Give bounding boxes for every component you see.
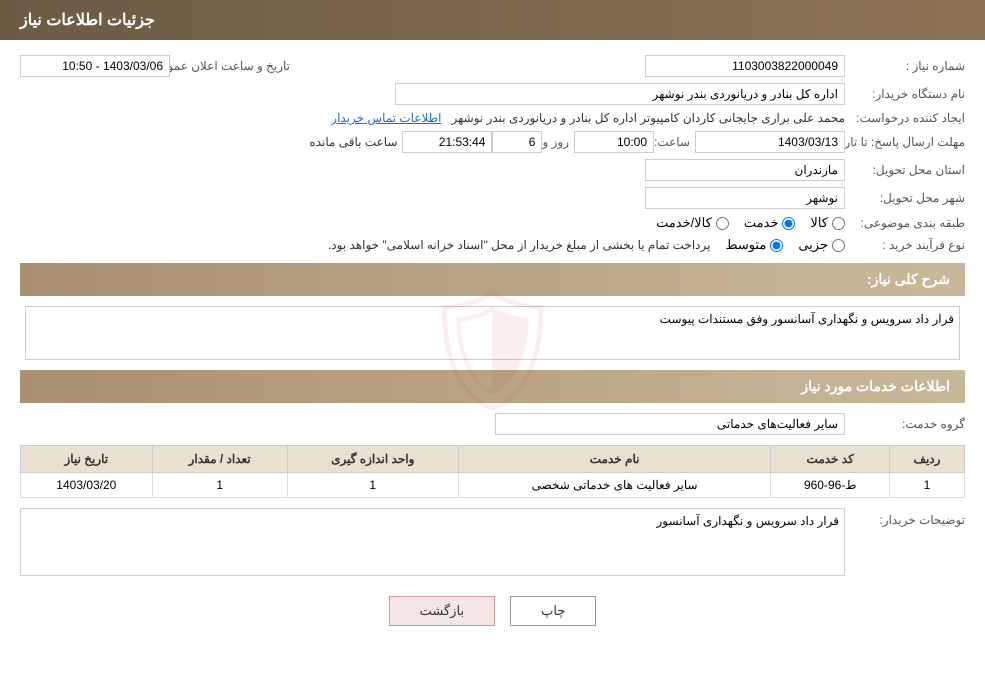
category-kala-khedmat[interactable]: کالا/خدمت — [656, 215, 729, 231]
description-textarea[interactable]: قرار داد سرویس و نگهداری آسانسور وفق مست… — [25, 306, 960, 360]
creator-value: محمد علی براری جایجانی کاردان کامپیوتر ا… — [452, 111, 846, 125]
row-creator: ایجاد کننده درخواست: محمد علی براری جایج… — [20, 111, 965, 125]
province-label: استان محل تحویل: — [845, 163, 965, 177]
services-section-label: اطلاعات خدمات مورد نیاز — [801, 378, 950, 394]
category-khedmat-label: خدمت — [744, 215, 779, 231]
purchase-jozi-label: جزیی — [798, 237, 828, 253]
page-header: جزئیات اطلاعات نیاز — [0, 0, 985, 40]
city-input[interactable] — [645, 187, 845, 209]
purchase-motavaset-radio[interactable] — [770, 239, 783, 252]
col-date: تاریخ نیاز — [21, 446, 153, 473]
row-deadline: مهلت ارسال پاسخ: تا تاریخ: ساعت: روز و س… — [20, 131, 965, 153]
col-code: کد خدمت — [771, 446, 890, 473]
back-button[interactable]: بازگشت — [389, 596, 495, 626]
deadline-days-input[interactable] — [492, 131, 542, 153]
deadline-time-input[interactable] — [574, 131, 654, 153]
category-label: طبقه بندی موضوعی: — [845, 216, 965, 230]
services-table: ردیف کد خدمت نام خدمت واحد اندازه گیری ت… — [20, 445, 965, 498]
purchase-type-label: نوع فرآیند خرید : — [845, 238, 965, 252]
purchase-jozi-radio[interactable] — [832, 239, 845, 252]
services-section: اطلاعات خدمات مورد نیاز — [20, 370, 965, 403]
row-buyer-desc: توضیحات خریدار: قرار داد سرویس و نگهداری… — [20, 508, 965, 576]
category-kala-khedmat-radio[interactable] — [716, 217, 729, 230]
request-number-label: شماره نیاز : — [845, 59, 965, 73]
row-province: استان محل تحویل: — [20, 159, 965, 181]
print-button[interactable]: چاپ — [510, 596, 596, 626]
col-row: ردیف — [890, 446, 965, 473]
row-category: طبقه بندی موضوعی: کالا خدمت کالا/خدمت — [20, 215, 965, 231]
row-purchase-type: نوع فرآیند خرید : جزیی متوسط پرداخت تمام… — [20, 237, 965, 253]
cell-row: 1 — [890, 473, 965, 498]
deadline-remaining-input[interactable] — [402, 131, 492, 153]
row-service-group: گروه خدمت: — [20, 413, 965, 435]
buyer-desc-label: توضیحات خریدار: — [845, 513, 965, 527]
description-label: شرح کلی نیاز: — [867, 271, 950, 288]
service-group-label: گروه خدمت: — [845, 417, 965, 431]
purchase-note: پرداخت تمام یا بخشی از مبلغ خریدار از مح… — [328, 238, 711, 252]
org-input[interactable] — [395, 83, 845, 105]
deadline-date-input[interactable] — [695, 131, 845, 153]
deadline-label: مهلت ارسال پاسخ: تا تاریخ: — [845, 135, 965, 149]
request-number-input[interactable] — [645, 55, 845, 77]
category-kala-label: کالا — [810, 215, 828, 231]
category-khedmat-radio[interactable] — [782, 217, 795, 230]
purchase-motavaset-label: متوسط — [725, 237, 766, 253]
row-city: شهر محل تحویل: — [20, 187, 965, 209]
category-radio-group: کالا خدمت کالا/خدمت — [656, 215, 845, 231]
category-kala-radio[interactable] — [832, 217, 845, 230]
category-kala[interactable]: کالا — [810, 215, 845, 231]
col-qty: تعداد / مقدار — [152, 446, 287, 473]
purchase-type-radio-group: جزیی متوسط — [725, 237, 845, 253]
description-section-label: شرح کلی نیاز: — [20, 263, 965, 296]
province-input[interactable] — [645, 159, 845, 181]
purchase-motavaset[interactable]: متوسط — [725, 237, 783, 253]
cell-code: ط-96-960 — [771, 473, 890, 498]
service-group-input[interactable] — [495, 413, 845, 435]
table-row: 1ط-96-960سایر فعالیت های خدماتی شخصی1114… — [21, 473, 965, 498]
purchase-jozi[interactable]: جزیی — [798, 237, 845, 253]
category-kala-khedmat-label: کالا/خدمت — [656, 215, 712, 231]
cell-name: سایر فعالیت های خدماتی شخصی — [458, 473, 771, 498]
buyer-desc-textarea[interactable]: قرار داد سرویس و نگهداری آسانسور — [20, 508, 845, 576]
announce-date-label: تاریخ و ساعت اعلان عمومی: — [170, 59, 290, 73]
button-row: چاپ بازگشت — [20, 596, 965, 626]
table-header-row: ردیف کد خدمت نام خدمت واحد اندازه گیری ت… — [21, 446, 965, 473]
contact-link[interactable]: اطلاعات تماس خریدار — [331, 111, 441, 125]
col-name: نام خدمت — [458, 446, 771, 473]
cell-date: 1403/03/20 — [21, 473, 153, 498]
city-label: شهر محل تحویل: — [845, 191, 965, 205]
page-title: جزئیات اطلاعات نیاز — [20, 12, 155, 29]
creator-label: ایجاد کننده درخواست: — [845, 111, 965, 125]
page-wrapper: جزئیات اطلاعات نیاز 🛡 شماره نیاز : تاریخ… — [0, 0, 985, 691]
cell-unit: 1 — [287, 473, 458, 498]
col-unit: واحد اندازه گیری — [287, 446, 458, 473]
row-description: قرار داد سرویس و نگهداری آسانسور وفق مست… — [20, 306, 965, 360]
deadline-day-label: روز و — [542, 135, 569, 149]
announce-date-input[interactable] — [20, 55, 170, 77]
row-request-number: شماره نیاز : تاریخ و ساعت اعلان عمومی: — [20, 55, 965, 77]
remaining-label: ساعت باقی مانده — [309, 135, 397, 149]
cell-quantity: 1 — [152, 473, 287, 498]
org-label: نام دستگاه خریدار: — [845, 87, 965, 101]
row-org: نام دستگاه خریدار: — [20, 83, 965, 105]
deadline-time-label: ساعت: — [654, 135, 690, 149]
main-content: 🛡 شماره نیاز : تاریخ و ساعت اعلان عمومی:… — [0, 40, 985, 661]
category-khedmat[interactable]: خدمت — [744, 215, 796, 231]
